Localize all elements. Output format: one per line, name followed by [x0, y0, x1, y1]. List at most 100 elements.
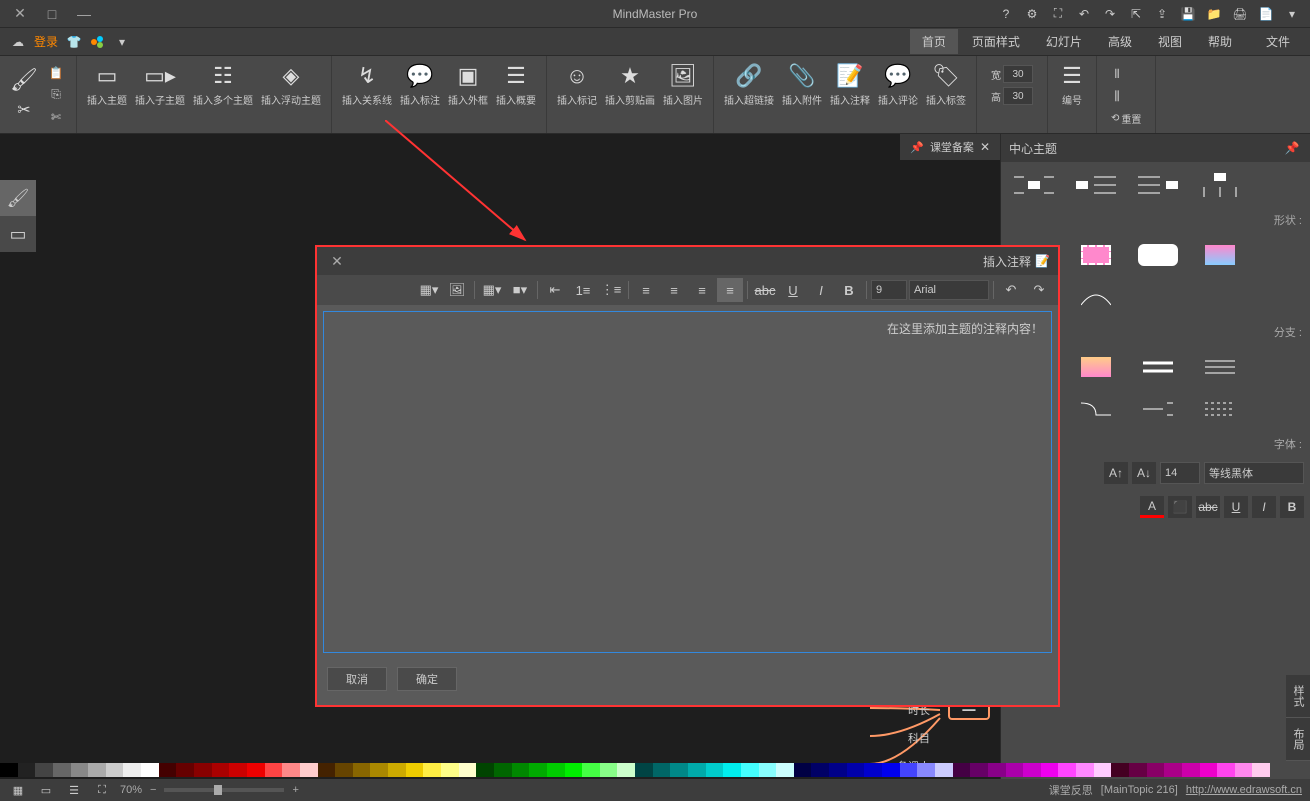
tab-help[interactable]: 帮助: [1196, 29, 1244, 54]
color-swatch[interactable]: [759, 763, 777, 777]
bold-button[interactable]: B: [1280, 496, 1304, 518]
branch-3[interactable]: [1133, 352, 1183, 382]
shape-6[interactable]: [1071, 282, 1121, 312]
redo-icon[interactable]: ↷: [1100, 4, 1120, 24]
share-icon[interactable]: ⇪: [1152, 4, 1172, 24]
zoom-out-button[interactable]: −: [150, 784, 156, 796]
editor-undo-button[interactable]: ↶: [998, 278, 1024, 302]
status-link[interactable]: http://www.edrawsoft.cn: [1186, 784, 1302, 796]
color-swatch[interactable]: [1182, 763, 1200, 777]
color-swatch[interactable]: [776, 763, 794, 777]
color-swatch[interactable]: [600, 763, 618, 777]
color-swatch[interactable]: [353, 763, 371, 777]
export-icon[interactable]: ⇱: [1126, 4, 1146, 24]
color-swatch[interactable]: [1111, 763, 1129, 777]
shape-3[interactable]: [1133, 240, 1183, 270]
tab-view[interactable]: 视图: [1146, 29, 1194, 54]
color-swatch[interactable]: [1200, 763, 1218, 777]
cut-icon[interactable]: ✄: [46, 107, 66, 127]
user-icon[interactable]: 👕: [64, 32, 84, 52]
insert-multi-topic-button[interactable]: ☷插入多个主题: [189, 60, 257, 109]
color-swatch[interactable]: [794, 763, 812, 777]
color-swatch[interactable]: [706, 763, 724, 777]
view-mode-1-icon[interactable]: ▦: [8, 780, 28, 800]
color-swatch[interactable]: [476, 763, 494, 777]
color-swatch[interactable]: [635, 763, 653, 777]
editor-underline[interactable]: U: [780, 278, 806, 302]
minimize-button[interactable]: —: [72, 4, 96, 24]
color-swatch[interactable]: [423, 763, 441, 777]
italic-button[interactable]: I: [1252, 496, 1276, 518]
color-swatch[interactable]: [1076, 763, 1094, 777]
color-swatch[interactable]: [917, 763, 935, 777]
modal-ok-button[interactable]: 确定: [397, 667, 457, 691]
layout-2[interactable]: [1071, 170, 1121, 200]
color-swatch[interactable]: [723, 763, 741, 777]
insert-hyperlink-button[interactable]: 🔗插入超链接: [720, 60, 778, 109]
numbering-button[interactable]: ☰编号: [1054, 60, 1090, 109]
insert-floating-button[interactable]: ◈插入浮动主题: [257, 60, 325, 109]
insert-tag-button[interactable]: 🏷插入标签: [922, 60, 970, 109]
insert-note-button[interactable]: 📝插入注释: [826, 60, 874, 109]
editor-outdent[interactable]: ⇤: [542, 278, 568, 302]
save-icon[interactable]: 💾: [1178, 4, 1198, 24]
editor-number-list[interactable]: 1≡: [570, 278, 596, 302]
color-swatch[interactable]: [688, 763, 706, 777]
align-icon[interactable]: ⫴: [1107, 64, 1127, 84]
layout-1[interactable]: [1009, 170, 1059, 200]
color-swatch[interactable]: [1252, 763, 1270, 777]
color-swatch[interactable]: [88, 763, 106, 777]
color-swatch[interactable]: [1006, 763, 1024, 777]
insert-summary-button[interactable]: ☰插入概要: [492, 60, 540, 109]
insert-attachment-button[interactable]: 📎插入附件: [778, 60, 826, 109]
tab-file[interactable]: 文件: [1254, 29, 1302, 54]
copy-icon[interactable]: ⎘: [46, 85, 66, 105]
editor-align-left[interactable]: ≡: [717, 278, 743, 302]
color-swatch[interactable]: [265, 763, 283, 777]
settings-icon[interactable]: ⚙: [1022, 4, 1042, 24]
color-swatch[interactable]: [0, 763, 18, 777]
color-swatch[interactable]: [864, 763, 882, 777]
color-swatch[interactable]: [212, 763, 230, 777]
color-swatch[interactable]: [988, 763, 1006, 777]
editor-align-justify[interactable]: ≡: [633, 278, 659, 302]
branch-8[interactable]: [1195, 394, 1245, 424]
color-swatch[interactable]: [53, 763, 71, 777]
insert-topic-button[interactable]: ▭插入主题: [83, 60, 131, 109]
color-swatch[interactable]: [1235, 763, 1253, 777]
editor-bold[interactable]: B: [836, 278, 862, 302]
tab-home[interactable]: 首页: [910, 29, 958, 54]
color-swatch[interactable]: [494, 763, 512, 777]
insert-picture-button[interactable]: 🖼插入图片: [659, 60, 707, 109]
color-swatch[interactable]: [900, 763, 918, 777]
color-swatch[interactable]: [1041, 763, 1059, 777]
close-tab-icon[interactable]: ✕: [980, 140, 990, 154]
color-swatch[interactable]: [1147, 763, 1165, 777]
editor-strike[interactable]: abc: [752, 278, 778, 302]
editor-align-center[interactable]: ≡: [689, 278, 715, 302]
distribute-icon[interactable]: ⫼: [1107, 86, 1127, 106]
document-tab[interactable]: 📌 课堂备案 ✕: [900, 134, 1000, 160]
editor-insert-image[interactable]: 🖼: [444, 278, 470, 302]
menu-dropdown-icon[interactable]: ▾: [112, 32, 132, 52]
dropdown-icon[interactable]: ▾: [1282, 4, 1302, 24]
width-field[interactable]: 宽: [987, 64, 1037, 84]
undo-icon[interactable]: ↶: [1074, 4, 1094, 24]
color-swatch[interactable]: [335, 763, 353, 777]
editor-italic[interactable]: I: [808, 278, 834, 302]
open-icon[interactable]: 📁: [1204, 4, 1224, 24]
layout-3[interactable]: [1133, 170, 1183, 200]
modal-cancel-button[interactable]: 取消: [327, 667, 387, 691]
close-button[interactable]: ✕: [8, 4, 32, 24]
insert-comment-button[interactable]: 💬插入评论: [874, 60, 922, 109]
help-icon[interactable]: ?: [996, 4, 1016, 24]
fit-icon[interactable]: ⛶: [92, 780, 112, 800]
highlight-button[interactable]: ⬛: [1168, 496, 1192, 518]
font-size-input[interactable]: [1160, 462, 1200, 484]
zoom-slider[interactable]: [164, 788, 284, 792]
shape-2[interactable]: [1071, 240, 1121, 270]
modal-close-button[interactable]: ✕: [325, 251, 349, 271]
color-swatch[interactable]: [229, 763, 247, 777]
insert-subtopic-button[interactable]: ▭▸插入子主题: [131, 60, 189, 109]
insert-boundary-button[interactable]: ▣插入外框: [444, 60, 492, 109]
